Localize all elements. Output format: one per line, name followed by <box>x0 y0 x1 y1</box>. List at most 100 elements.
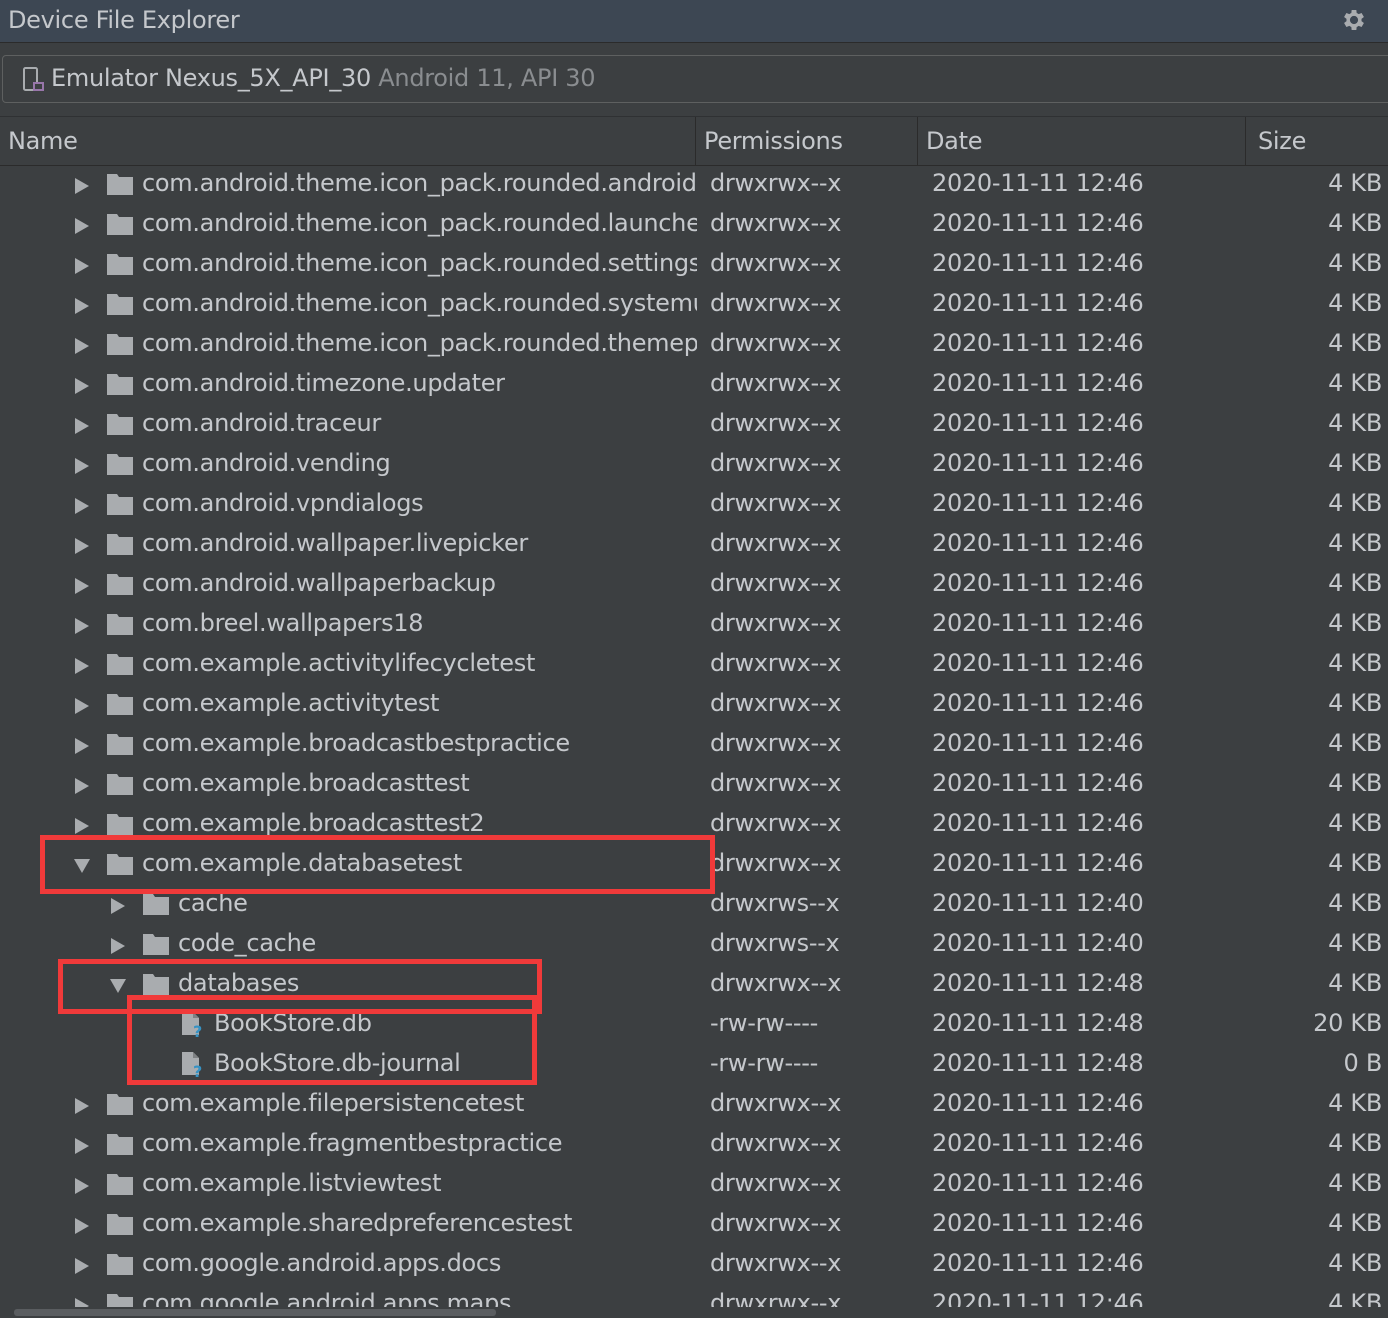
folder-icon <box>107 1214 133 1235</box>
triangle-right-icon[interactable] <box>74 657 90 675</box>
svg-text:?: ? <box>193 1062 202 1077</box>
row-date: 2020-11-11 12:46 <box>932 449 1144 477</box>
folder-row[interactable]: com.android.timezone.updater drwxrwx--x 20… <box>0 365 1388 405</box>
triangle-right-icon[interactable] <box>110 897 126 915</box>
row-date: 2020-11-11 12:46 <box>932 729 1144 757</box>
triangle-right-icon[interactable] <box>74 577 90 595</box>
folder-row[interactable]: com.example.broadcasttest2 drwxrwx--x 2020… <box>0 805 1388 845</box>
row-name: com.example.listviewtest <box>142 1169 442 1197</box>
triangle-right-icon[interactable] <box>74 337 90 355</box>
triangle-right-icon[interactable] <box>74 1177 90 1195</box>
folder-icon <box>107 1294 133 1307</box>
triangle-right-icon[interactable] <box>74 1097 90 1115</box>
triangle-right-icon[interactable] <box>74 697 90 715</box>
device-name: Emulator Nexus_5X_API_30 <box>51 64 371 92</box>
folder-row[interactable]: com.example.activitytest drwxrwx--x 2020-1… <box>0 685 1388 725</box>
row-size: 4 KB <box>1328 649 1382 677</box>
column-header-date[interactable]: Date <box>917 117 1245 165</box>
row-permissions: drwxrwx--x <box>710 409 842 437</box>
triangle-right-icon[interactable] <box>110 937 126 955</box>
triangle-right-icon[interactable] <box>74 1137 90 1155</box>
triangle-right-icon[interactable] <box>74 617 90 635</box>
svg-text:?: ? <box>193 1022 202 1037</box>
folder-row[interactable]: com.example.broadcastbestpractice drwxrwx… <box>0 725 1388 765</box>
row-size: 4 KB <box>1328 969 1382 997</box>
device-bar: Emulator Nexus_5X_API_30 Android 11, API… <box>0 43 1388 115</box>
triangle-right-icon[interactable] <box>74 777 90 795</box>
row-permissions: drwxrwx--x <box>710 1249 842 1277</box>
column-header-size[interactable]: Size <box>1245 117 1388 165</box>
folder-icon <box>143 934 169 955</box>
triangle-right-icon[interactable] <box>74 737 90 755</box>
scrollbar-thumb[interactable] <box>14 1309 496 1316</box>
folder-row[interactable]: com.google.android.apps.docs drwxrwx--x 20… <box>0 1245 1388 1285</box>
folder-icon <box>107 374 133 395</box>
folder-icon <box>107 694 133 715</box>
row-name: com.example.fragmentbestpractice <box>142 1129 563 1157</box>
folder-row[interactable]: com.android.theme.icon_pack.rounded.sett… <box>0 245 1388 285</box>
triangle-right-icon[interactable] <box>74 217 90 235</box>
row-permissions: drwxrwx--x <box>710 249 842 277</box>
folder-row[interactable]: com.example.listviewtest drwxrwx--x 2020-1… <box>0 1165 1388 1205</box>
row-date: 2020-11-11 12:46 <box>932 609 1144 637</box>
folder-row[interactable]: code_cache drwxrws--x 2020-11-11 12:40 4 KB <box>0 925 1388 965</box>
column-header-permissions[interactable]: Permissions <box>695 117 917 165</box>
triangle-right-icon[interactable] <box>74 1297 90 1307</box>
triangle-right-icon[interactable] <box>74 417 90 435</box>
triangle-right-icon[interactable] <box>74 1257 90 1275</box>
horizontal-scrollbar[interactable] <box>0 1307 1388 1318</box>
folder-row[interactable]: com.example.fragmentbestpractice drwxrwx-… <box>0 1125 1388 1165</box>
row-date: 2020-11-11 12:46 <box>932 529 1144 557</box>
file-row[interactable]: ? BookStore.db -rw-rw---- 2020-11-11 12:48 2… <box>0 1005 1388 1045</box>
folder-row[interactable]: com.android.theme.icon_pack.rounded.andr… <box>0 165 1388 205</box>
triangle-right-icon[interactable] <box>74 457 90 475</box>
folder-icon <box>107 214 133 235</box>
row-date: 2020-11-11 12:46 <box>932 809 1144 837</box>
folder-row[interactable]: com.android.vending drwxrwx--x 2020-11-11 … <box>0 445 1388 485</box>
row-size: 4 KB <box>1328 1129 1382 1157</box>
triangle-right-icon[interactable] <box>74 537 90 555</box>
triangle-right-icon[interactable] <box>74 257 90 275</box>
folder-row[interactable]: com.android.theme.icon_pack.rounded.laun… <box>0 205 1388 245</box>
folder-row[interactable]: com.android.wallpaper.livepicker drwxrwx-… <box>0 525 1388 565</box>
folder-row[interactable]: com.example.activitylifecycletest drwxrwx… <box>0 645 1388 685</box>
triangle-down-icon[interactable] <box>74 857 90 875</box>
folder-row[interactable]: com.android.vpndialogs drwxrwx--x 2020-11-… <box>0 485 1388 525</box>
row-date: 2020-11-11 12:46 <box>932 209 1144 237</box>
triangle-right-icon[interactable] <box>74 297 90 315</box>
file-row[interactable]: ? BookStore.db-journal -rw-rw---- 2020-11-1… <box>0 1045 1388 1085</box>
row-permissions: drwxrwx--x <box>710 209 842 237</box>
row-permissions: drwxrwx--x <box>710 569 842 597</box>
triangle-right-icon[interactable] <box>74 817 90 835</box>
row-name: com.android.traceur <box>142 409 381 437</box>
row-size: 4 KB <box>1328 609 1382 637</box>
row-size: 4 KB <box>1328 329 1382 357</box>
row-date: 2020-11-11 12:48 <box>932 1049 1144 1077</box>
folder-row[interactable]: com.example.databasetest drwxrwx--x 2020-1… <box>0 845 1388 885</box>
gear-icon[interactable] <box>1340 6 1368 34</box>
folder-row[interactable]: cache drwxrws--x 2020-11-11 12:40 4 KB <box>0 885 1388 925</box>
folder-row[interactable]: com.android.wallpaperbackup drwxrwx--x 202… <box>0 565 1388 605</box>
triangle-right-icon[interactable] <box>74 177 90 195</box>
row-name: com.android.theme.icon_pack.rounded.andr… <box>142 169 697 197</box>
folder-row[interactable]: databases drwxrwx--x 2020-11-11 12:48 4 KB <box>0 965 1388 1005</box>
row-name: com.example.activitytest <box>142 689 440 717</box>
folder-row[interactable]: com.android.theme.icon_pack.rounded.them… <box>0 325 1388 365</box>
row-permissions: -rw-rw---- <box>710 1049 818 1077</box>
folder-row[interactable]: com.example.broadcasttest drwxrwx--x 2020-… <box>0 765 1388 805</box>
folder-icon <box>107 174 133 195</box>
folder-row[interactable]: com.android.traceur drwxrwx--x 2020-11-11 … <box>0 405 1388 445</box>
unknown-file-icon: ? <box>182 1052 202 1077</box>
triangle-right-icon[interactable] <box>74 1217 90 1235</box>
column-header-name[interactable]: Name <box>0 117 695 165</box>
triangle-right-icon[interactable] <box>74 497 90 515</box>
folder-row[interactable]: com.example.filepersistencetest drwxrwx--… <box>0 1085 1388 1125</box>
triangle-right-icon[interactable] <box>74 377 90 395</box>
device-dropdown[interactable]: Emulator Nexus_5X_API_30 Android 11, API… <box>2 55 1388 103</box>
folder-row[interactable]: com.breel.wallpapers18 drwxrwx--x 2020-11-… <box>0 605 1388 645</box>
folder-row[interactable]: com.android.theme.icon_pack.rounded.syst… <box>0 285 1388 325</box>
folder-row[interactable]: com.example.sharedpreferencestest drwxrwx… <box>0 1205 1388 1245</box>
folder-row[interactable]: com.google.android.apps.maps drwxrwx--x 20… <box>0 1285 1388 1307</box>
row-permissions: drwxrwx--x <box>710 1209 842 1237</box>
triangle-down-icon[interactable] <box>110 977 126 995</box>
